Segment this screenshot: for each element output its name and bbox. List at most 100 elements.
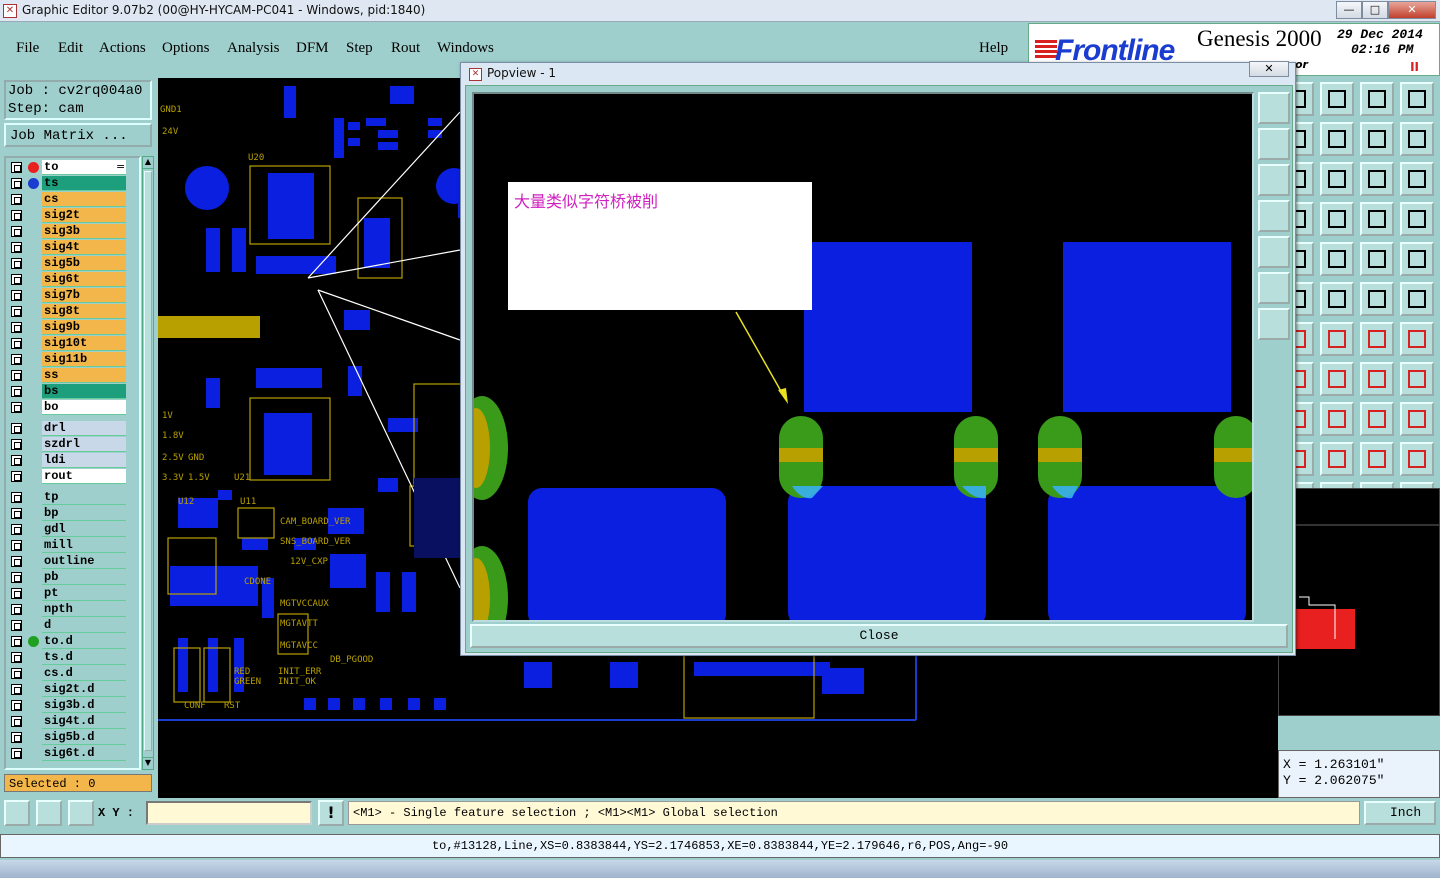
- layer-checkbox[interactable]: [11, 588, 22, 599]
- overview-map[interactable]: [1278, 488, 1440, 716]
- tool-icon[interactable]: [1320, 122, 1354, 156]
- layer-checkbox[interactable]: [11, 274, 22, 285]
- layer-row[interactable]: sig5b.d: [8, 730, 139, 745]
- layer-row[interactable]: sig10t: [8, 336, 139, 351]
- layer-row[interactable]: to.d: [8, 634, 139, 649]
- tool-icon[interactable]: [1360, 282, 1394, 316]
- layer-checkbox[interactable]: [11, 572, 22, 583]
- layer-name[interactable]: sig10t: [42, 336, 126, 351]
- layer-name[interactable]: gdl: [42, 522, 126, 537]
- minimize-button[interactable]: —: [1336, 1, 1362, 19]
- popup-zoom-home-icon[interactable]: [1258, 164, 1290, 196]
- tool-icon[interactable]: [1400, 442, 1434, 476]
- tool-icon[interactable]: [1400, 402, 1434, 436]
- layer-checkbox[interactable]: [11, 210, 22, 221]
- layer-checkbox[interactable]: [11, 455, 22, 466]
- layer-checkbox[interactable]: [11, 370, 22, 381]
- tool-icon[interactable]: [1400, 242, 1434, 276]
- layer-name[interactable]: ts: [42, 176, 126, 191]
- layer-checkbox[interactable]: [11, 748, 22, 759]
- layer-checkbox[interactable]: [11, 604, 22, 615]
- layer-row[interactable]: sig5b: [8, 256, 139, 271]
- menu-file[interactable]: File: [16, 40, 39, 57]
- layer-name[interactable]: drl: [42, 421, 126, 436]
- tool-icon[interactable]: [1360, 162, 1394, 196]
- close-button[interactable]: ✕: [1388, 1, 1436, 19]
- layer-row[interactable]: to =: [8, 160, 139, 175]
- layer-row[interactable]: ts.d: [8, 650, 139, 665]
- layer-name[interactable]: sig3b.d: [42, 698, 126, 713]
- layer-name[interactable]: bo: [42, 400, 126, 415]
- layer-row[interactable]: sig4t: [8, 240, 139, 255]
- layer-affected-dot[interactable]: [28, 178, 39, 189]
- layer-checkbox[interactable]: [11, 322, 22, 333]
- layer-name[interactable]: sig4t: [42, 240, 126, 255]
- popup-zoom-out-icon[interactable]: [1258, 128, 1290, 160]
- layer-row[interactable]: sig3b: [8, 224, 139, 239]
- layer-checkbox[interactable]: [11, 540, 22, 551]
- layer-name[interactable]: cs.d: [42, 666, 126, 681]
- tool-icon[interactable]: [1320, 442, 1354, 476]
- layer-name[interactable]: sig2t.d: [42, 682, 126, 697]
- menu-analysis[interactable]: Analysis: [227, 40, 280, 57]
- layer-row[interactable]: sig11b: [8, 352, 139, 367]
- layer-name[interactable]: sig4t.d: [42, 714, 126, 729]
- layer-checkbox[interactable]: [11, 684, 22, 695]
- tool-icon[interactable]: [1320, 282, 1354, 316]
- measure-icon[interactable]: [36, 800, 62, 826]
- layer-name[interactable]: pb: [42, 570, 126, 585]
- layer-name[interactable]: sig2t: [42, 208, 126, 223]
- layer-name[interactable]: bp: [42, 506, 126, 521]
- tool-icon[interactable]: [1360, 442, 1394, 476]
- menu-dfm[interactable]: DFM: [296, 40, 329, 57]
- layer-row[interactable]: pt: [8, 586, 139, 601]
- layer-checkbox[interactable]: [11, 716, 22, 727]
- layer-checkbox[interactable]: [11, 700, 22, 711]
- layer-row[interactable]: rout: [8, 469, 139, 484]
- layer-name[interactable]: sig6t.d: [42, 746, 126, 761]
- pause-icon[interactable]: II: [1410, 60, 1419, 74]
- layer-row[interactable]: sig2t: [8, 208, 139, 223]
- tool-icon[interactable]: [1400, 282, 1434, 316]
- menu-edit[interactable]: Edit: [58, 40, 83, 57]
- tool-icon[interactable]: [1320, 202, 1354, 236]
- layer-row[interactable]: sig4t.d: [8, 714, 139, 729]
- layer-row[interactable]: sig9b: [8, 320, 139, 335]
- layer-row[interactable]: sig6t.d: [8, 746, 139, 761]
- popup-zoom-in-icon[interactable]: [1258, 92, 1290, 124]
- layer-checkbox[interactable]: [11, 386, 22, 397]
- layer-name[interactable]: sig7b: [42, 288, 126, 303]
- layer-name[interactable]: pt: [42, 586, 126, 601]
- scroll-down-icon[interactable]: ▼: [143, 757, 153, 769]
- layer-name[interactable]: sig9b: [42, 320, 126, 335]
- grid-icon[interactable]: [68, 800, 94, 826]
- layer-affected-dot[interactable]: [28, 636, 39, 647]
- tool-icon[interactable]: [1400, 202, 1434, 236]
- layer-row[interactable]: outline: [8, 554, 139, 569]
- menu-windows[interactable]: Windows: [437, 40, 494, 57]
- layer-row[interactable]: bp: [8, 506, 139, 521]
- layer-row[interactable]: tp: [8, 490, 139, 505]
- tool-icon[interactable]: [1400, 162, 1434, 196]
- tool-icon[interactable]: [1360, 322, 1394, 356]
- tool-icon[interactable]: [1360, 402, 1394, 436]
- layer-checkbox[interactable]: [11, 226, 22, 237]
- layer-name[interactable]: cs: [42, 192, 126, 207]
- layer-row[interactable]: drl: [8, 421, 139, 436]
- layer-checkbox[interactable]: [11, 492, 22, 503]
- layer-row[interactable]: sig2t.d: [8, 682, 139, 697]
- popup-pan-left-icon[interactable]: [1258, 200, 1290, 232]
- layer-name[interactable]: ts.d: [42, 650, 126, 665]
- tool-icon[interactable]: [1360, 242, 1394, 276]
- tool-icon[interactable]: [1320, 162, 1354, 196]
- layer-checkbox[interactable]: [11, 668, 22, 679]
- tool-icon[interactable]: [1400, 122, 1434, 156]
- layer-name[interactable]: sig8t: [42, 304, 126, 319]
- layer-name[interactable]: sig5b: [42, 256, 126, 271]
- layer-name[interactable]: npth: [42, 602, 126, 617]
- layer-row[interactable]: d: [8, 618, 139, 633]
- layer-checkbox[interactable]: [11, 162, 22, 173]
- unit-selector[interactable]: Inch: [1364, 801, 1436, 825]
- layer-row[interactable]: ss: [8, 368, 139, 383]
- layer-name[interactable]: sig11b: [42, 352, 126, 367]
